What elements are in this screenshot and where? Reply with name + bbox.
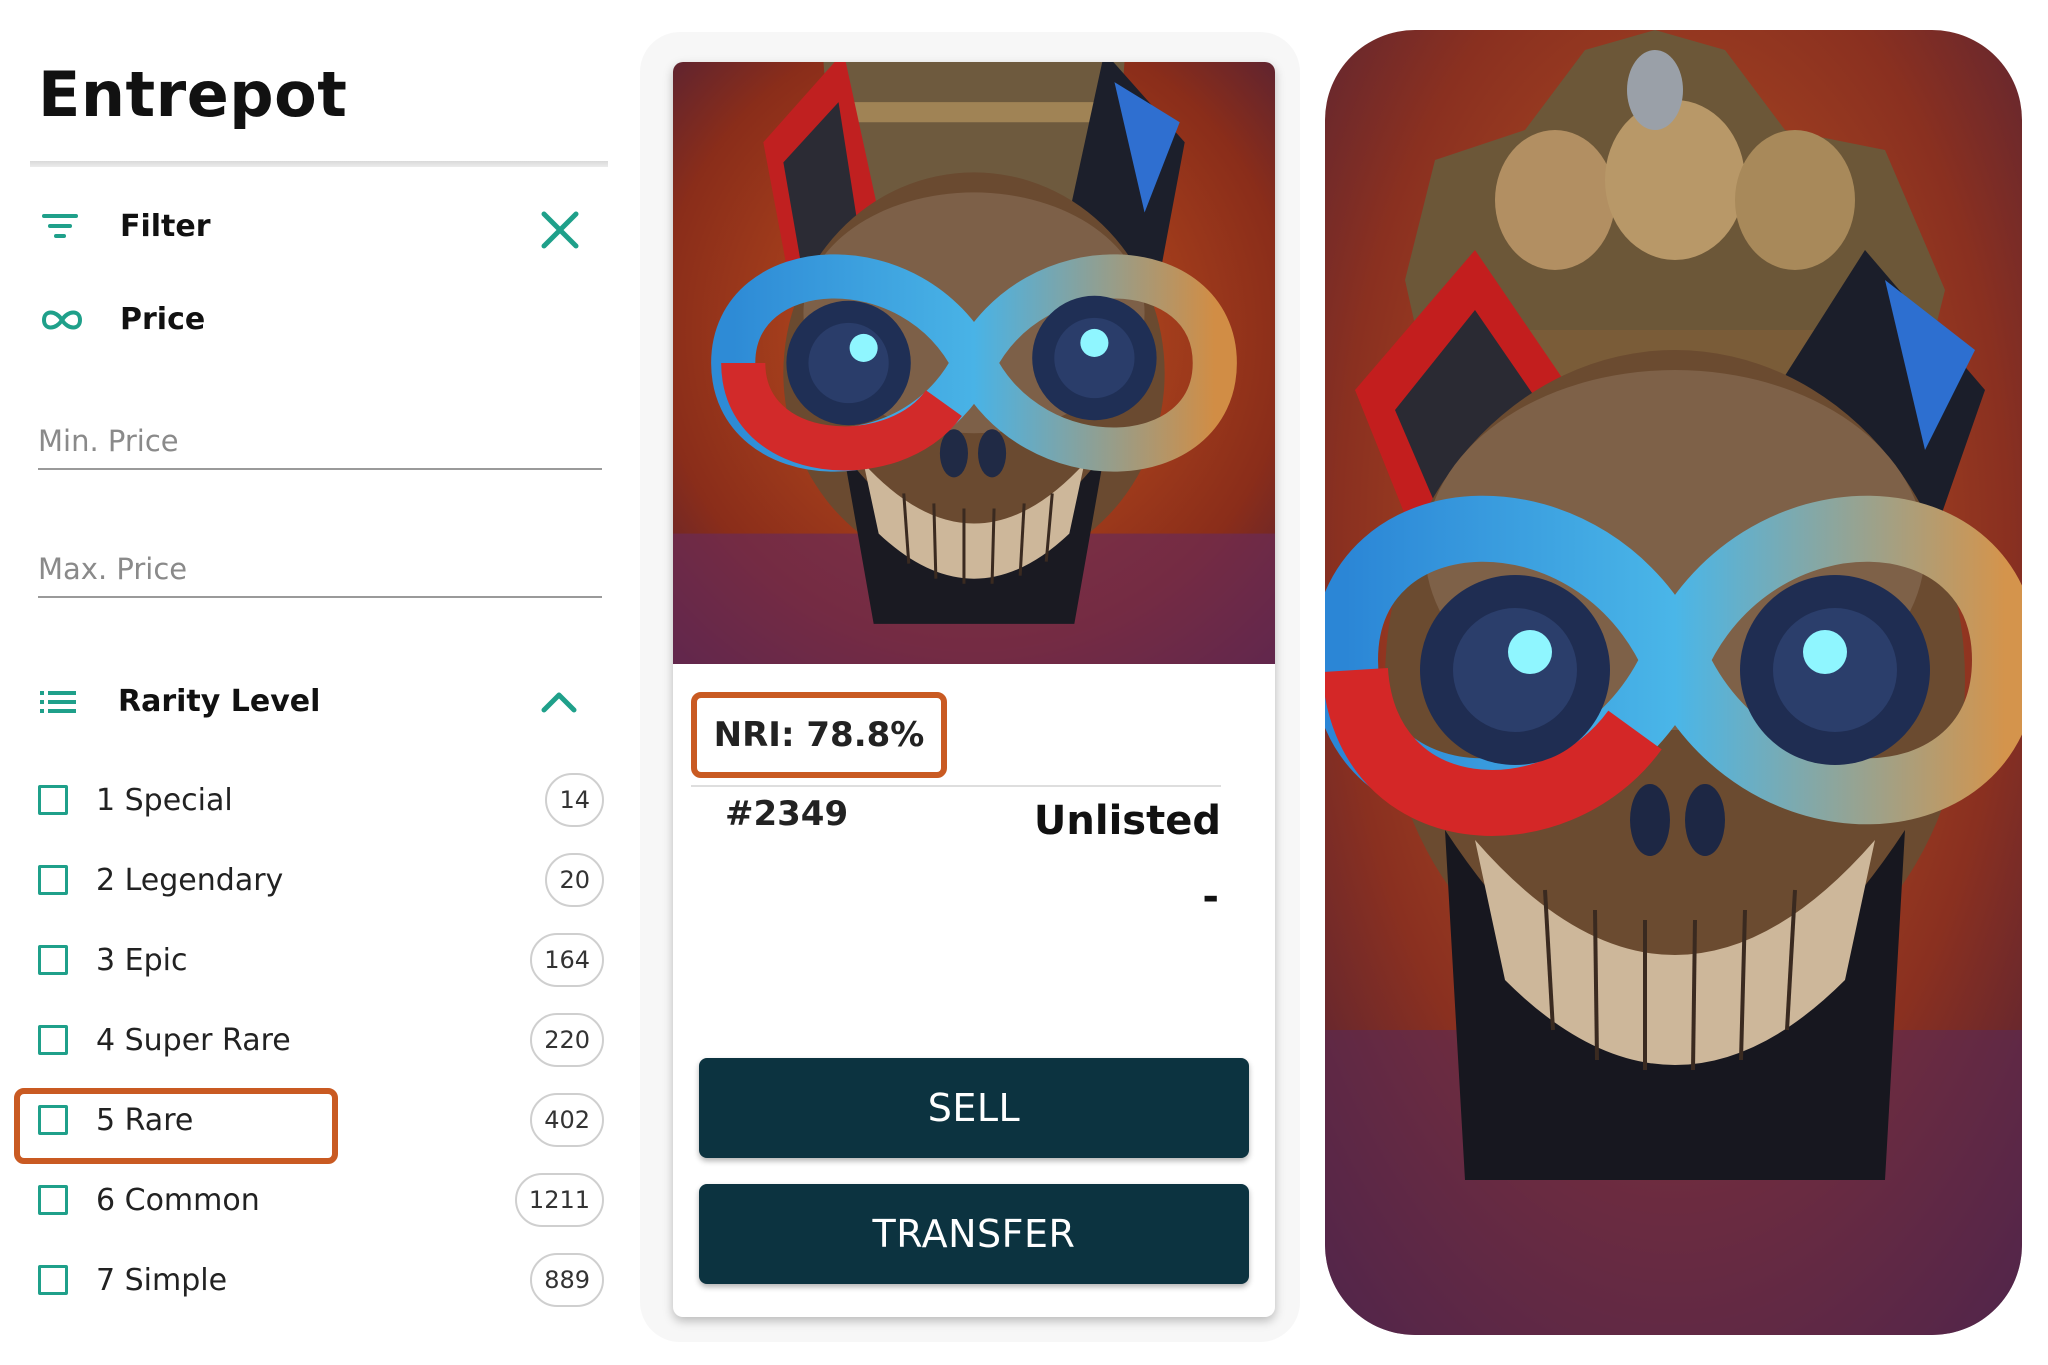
rarity-count-badge: 20 <box>545 853 604 907</box>
rarity-label: 7 Simple <box>96 1262 228 1298</box>
rarity-item-epic[interactable]: 3 Epic 164 <box>38 930 604 990</box>
rarity-item-common[interactable]: 6 Common 1211 <box>38 1170 604 1230</box>
rarity-label: 3 Epic <box>96 942 188 978</box>
min-price-input[interactable] <box>38 424 602 468</box>
rarity-item-super-rare[interactable]: 4 Super Rare 220 <box>38 1010 604 1070</box>
rarity-label: 4 Super Rare <box>96 1022 291 1058</box>
rarity-checkbox[interactable] <box>38 1025 68 1055</box>
filter-lines-icon <box>42 214 78 238</box>
skull-artwork-image <box>673 62 1275 664</box>
rarity-label: 6 Common <box>96 1182 260 1218</box>
brand-divider <box>30 161 608 167</box>
listing-price: - <box>1202 874 1219 920</box>
rarity-label: 2 Legendary <box>96 862 284 898</box>
nri-highlight-box: NRI: 78.8% <box>691 692 947 778</box>
rarity-item-special[interactable]: 1 Special 14 <box>38 770 604 830</box>
listing-status: Unlisted <box>1033 798 1221 844</box>
infinity-icon <box>41 310 83 329</box>
rarity-count-badge: 889 <box>530 1253 604 1307</box>
filter-sidebar: Entrepot Filter Price Min. Price Max. Pr… <box>0 0 620 1365</box>
rarity-title: Rarity Level <box>118 684 321 719</box>
rarity-checkbox[interactable] <box>38 865 68 895</box>
nft-card[interactable]: NRI: 78.8% #2349 Unlisted - SELL TRANSFE… <box>673 62 1275 1317</box>
close-icon[interactable] <box>536 206 584 254</box>
filter-title: Filter <box>120 208 211 244</box>
sell-button[interactable]: SELL <box>699 1058 1249 1158</box>
token-id: #2349 <box>725 794 849 834</box>
rarity-count-badge: 220 <box>530 1013 604 1067</box>
rarity-checkbox[interactable] <box>38 1185 68 1215</box>
rarity-item-legendary[interactable]: 2 Legendary 20 <box>38 850 604 910</box>
rare-highlight-box <box>14 1088 338 1164</box>
rarity-checkbox[interactable] <box>38 785 68 815</box>
brand-logo[interactable]: Entrepot <box>38 58 347 131</box>
nft-full-image <box>1325 30 2022 1335</box>
transfer-button[interactable]: TRANSFER <box>699 1184 1249 1284</box>
rarity-checkbox[interactable] <box>38 1265 68 1295</box>
filter-header: Filter <box>38 208 211 244</box>
min-price-field[interactable] <box>38 424 602 470</box>
rarity-checkbox[interactable] <box>38 945 68 975</box>
card-divider <box>691 785 1221 787</box>
nft-thumbnail[interactable] <box>673 62 1275 664</box>
rarity-count-badge: 14 <box>545 773 604 827</box>
chevron-up-icon[interactable] <box>538 686 580 716</box>
price-header[interactable]: Price <box>38 302 205 337</box>
rarity-header[interactable]: Rarity Level <box>38 684 320 719</box>
rarity-item-simple[interactable]: 7 Simple 889 <box>38 1250 604 1310</box>
rarity-count-badge: 1211 <box>514 1173 604 1227</box>
price-title: Price <box>120 302 206 337</box>
max-price-field[interactable] <box>38 552 602 598</box>
max-price-input[interactable] <box>38 552 602 596</box>
list-icon <box>40 690 76 713</box>
rarity-label: 1 Special <box>96 782 233 818</box>
nri-value: NRI: 78.8% <box>713 715 925 755</box>
rarity-count-badge: 402 <box>530 1093 604 1147</box>
skull-artwork-large <box>1325 30 2022 1335</box>
rarity-count-badge: 164 <box>530 933 604 987</box>
